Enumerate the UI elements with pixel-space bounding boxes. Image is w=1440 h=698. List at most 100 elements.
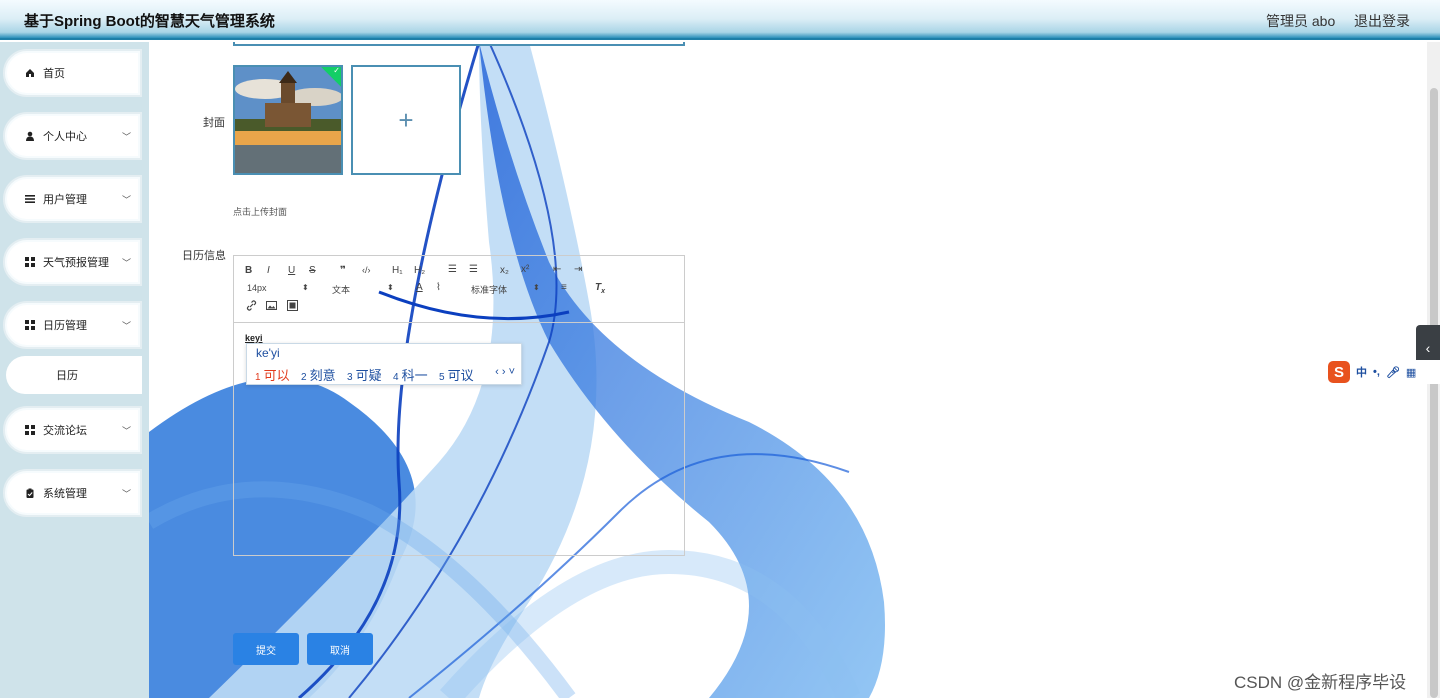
ime-page-arrows-icon[interactable]: ‹ › ˅	[495, 366, 515, 378]
sidebar-item-label: 日历管理	[43, 320, 87, 332]
chevron-down-icon: ﹀	[121, 489, 131, 499]
grid-icon	[25, 257, 35, 267]
chevron-down-icon: ﹀	[121, 195, 131, 205]
ime-candidate[interactable]: 3 可疑	[347, 365, 382, 384]
ime-status-bar[interactable]: S 中 •, 🎤︎ ▦	[1326, 360, 1440, 384]
heading2-button[interactable]: H₂	[414, 265, 425, 276]
sidebar-item-label: 用户管理	[43, 194, 87, 206]
punctuation-icon[interactable]: •,	[1373, 366, 1380, 378]
ime-candidate-text: 可议	[447, 368, 474, 383]
sogou-logo-icon: S	[1328, 361, 1350, 383]
ime-candidate-number: 1	[255, 372, 261, 383]
chevron-down-icon: ﹀	[121, 426, 131, 436]
sidebar-item-profile[interactable]: 个人中心 ﹀	[3, 112, 142, 160]
italic-button[interactable]: I	[267, 265, 270, 276]
rich-text-editor[interactable]: B I U S ❞ ‹/› H₁ H₂ ☰ ☰ x₂ x² ⇤ ⇥ 14px ⬍…	[233, 255, 685, 556]
logout-link[interactable]: 退出登录	[1354, 11, 1410, 31]
font-family-select-arrow-icon: ⬍	[533, 283, 540, 292]
cover-image-thumbnail[interactable]: ✓	[233, 65, 343, 175]
calendar-info-label: 日历信息	[182, 250, 226, 262]
cover-label: 封面	[203, 117, 225, 129]
editor-toolbar: B I U S ❞ ‹/› H₁ H₂ ☰ ☰ x₂ x² ⇤ ⇥ 14px ⬍…	[234, 256, 684, 323]
underline-button[interactable]: U	[288, 265, 295, 276]
grid-icon	[25, 320, 35, 330]
video-icon[interactable]	[287, 300, 298, 314]
add-cover-button[interactable]: +	[351, 65, 461, 175]
font-size-select-arrow-icon: ⬍	[302, 283, 309, 292]
microphone-icon[interactable]: 🎤︎	[1386, 366, 1400, 379]
ordered-list-button[interactable]: ☰	[448, 264, 457, 275]
check-icon: ✓	[333, 65, 341, 75]
heading1-button[interactable]: H₁	[392, 265, 403, 276]
admin-user-label: 管理员 abo	[1266, 13, 1336, 29]
background-color-icon[interactable]: ⌇	[436, 282, 441, 293]
superscript-button[interactable]: x²	[521, 264, 529, 275]
ime-candidate[interactable]: 2 刻意	[301, 365, 336, 384]
chevron-down-icon: ﹀	[121, 321, 131, 331]
sidebar-item-calendar[interactable]: 日历管理 ﹀	[3, 301, 142, 349]
font-size-select[interactable]: 14px	[247, 283, 267, 293]
align-icon[interactable]: ≡	[561, 282, 567, 293]
castle-photo-image	[235, 67, 341, 173]
keyboard-icon[interactable]: ▦	[1406, 366, 1416, 379]
ime-candidate-number: 4	[393, 372, 399, 383]
bold-button[interactable]: B	[245, 265, 252, 276]
top-header: 基于Spring Boot的智慧天气管理系统 管理员 abo 退出登录	[0, 0, 1440, 40]
grid-icon	[25, 425, 35, 435]
ime-candidate-number: 5	[439, 372, 445, 383]
ime-candidate-text: 刻意	[309, 368, 336, 383]
font-color-icon[interactable]: A	[416, 282, 423, 293]
subscript-button[interactable]: x₂	[500, 265, 509, 276]
ime-candidate[interactable]: 5 可议	[439, 365, 474, 384]
sidebar-item-label: 系统管理	[43, 488, 87, 500]
sidebar-item-label: 天气预报管理	[43, 257, 109, 269]
image-icon[interactable]	[266, 300, 277, 314]
upload-hint: 点击上传封面	[233, 207, 288, 217]
code-block-button[interactable]: ‹/›	[362, 265, 371, 275]
outdent-button[interactable]: ⇤	[553, 264, 561, 275]
sidebar-item-label: 交流论坛	[43, 425, 87, 437]
bullet-list-button[interactable]: ☰	[469, 264, 478, 275]
cancel-button[interactable]: 取消	[307, 633, 373, 665]
sidebar-item-users[interactable]: 用户管理 ﹀	[3, 175, 142, 223]
submit-button[interactable]: 提交	[233, 633, 299, 665]
sidebar-item-system[interactable]: 系统管理 ﹀	[3, 469, 142, 517]
previous-input-field[interactable]	[233, 42, 685, 46]
chevron-down-icon: ﹀	[121, 258, 131, 268]
app-title: 基于Spring Boot的智慧天气管理系统	[24, 13, 275, 30]
ime-candidate-popup: ke'yi 1 可以 2 刻意 3 可疑 4 科一 5 可议 ‹ › ˅	[246, 343, 522, 385]
sidebar: 首页 个人中心 ﹀ 用户管理 ﹀ 天气预报管理 ﹀ 日历管理 ﹀ 日历 交流论坛…	[0, 42, 149, 698]
scrollbar-thumb[interactable]	[1430, 88, 1438, 698]
ime-candidate[interactable]: 4 科一	[393, 365, 428, 384]
ime-candidate[interactable]: 1 可以	[255, 365, 290, 384]
clear-format-icon[interactable]: Tx	[595, 282, 605, 295]
text-style-select-arrow-icon: ⬍	[387, 283, 394, 292]
ime-candidate-text: 科一	[401, 368, 428, 383]
sidebar-item-label: 个人中心	[43, 131, 87, 143]
ime-candidate-number: 2	[301, 372, 307, 383]
csdn-watermark: CSDN @金新程序毕设	[1234, 673, 1407, 692]
indent-button[interactable]: ⇥	[574, 264, 582, 275]
clipboard-icon	[25, 488, 35, 498]
sidebar-item-label: 首页	[43, 68, 65, 80]
ime-chinese-mode-label[interactable]: 中	[1356, 364, 1367, 380]
font-family-select[interactable]: 标准字体	[471, 283, 507, 296]
user-icon	[25, 131, 35, 141]
link-icon[interactable]	[246, 300, 257, 314]
ime-candidate-text: 可疑	[355, 368, 382, 383]
home-icon	[25, 68, 35, 78]
text-style-select[interactable]: 文本	[332, 283, 350, 296]
strike-button[interactable]: S	[309, 265, 316, 276]
chevron-down-icon: ﹀	[121, 132, 131, 142]
ime-pinyin-text: ke'yi	[256, 346, 280, 360]
sidebar-item-home[interactable]: 首页	[3, 49, 142, 97]
sidebar-item-forum[interactable]: 交流论坛 ﹀	[3, 406, 142, 454]
ime-candidate-number: 3	[347, 372, 353, 383]
ime-candidate-text: 可以	[263, 368, 290, 383]
editor-content-text: keyi	[245, 333, 263, 343]
blockquote-button[interactable]: ❞	[340, 265, 346, 276]
sidebar-subitem-calendar[interactable]: 日历	[6, 356, 142, 394]
sidebar-item-weather-forecast[interactable]: 天气预报管理 ﹀	[3, 238, 142, 286]
chevron-left-icon: ‹	[1425, 340, 1431, 356]
list-icon	[25, 194, 35, 204]
